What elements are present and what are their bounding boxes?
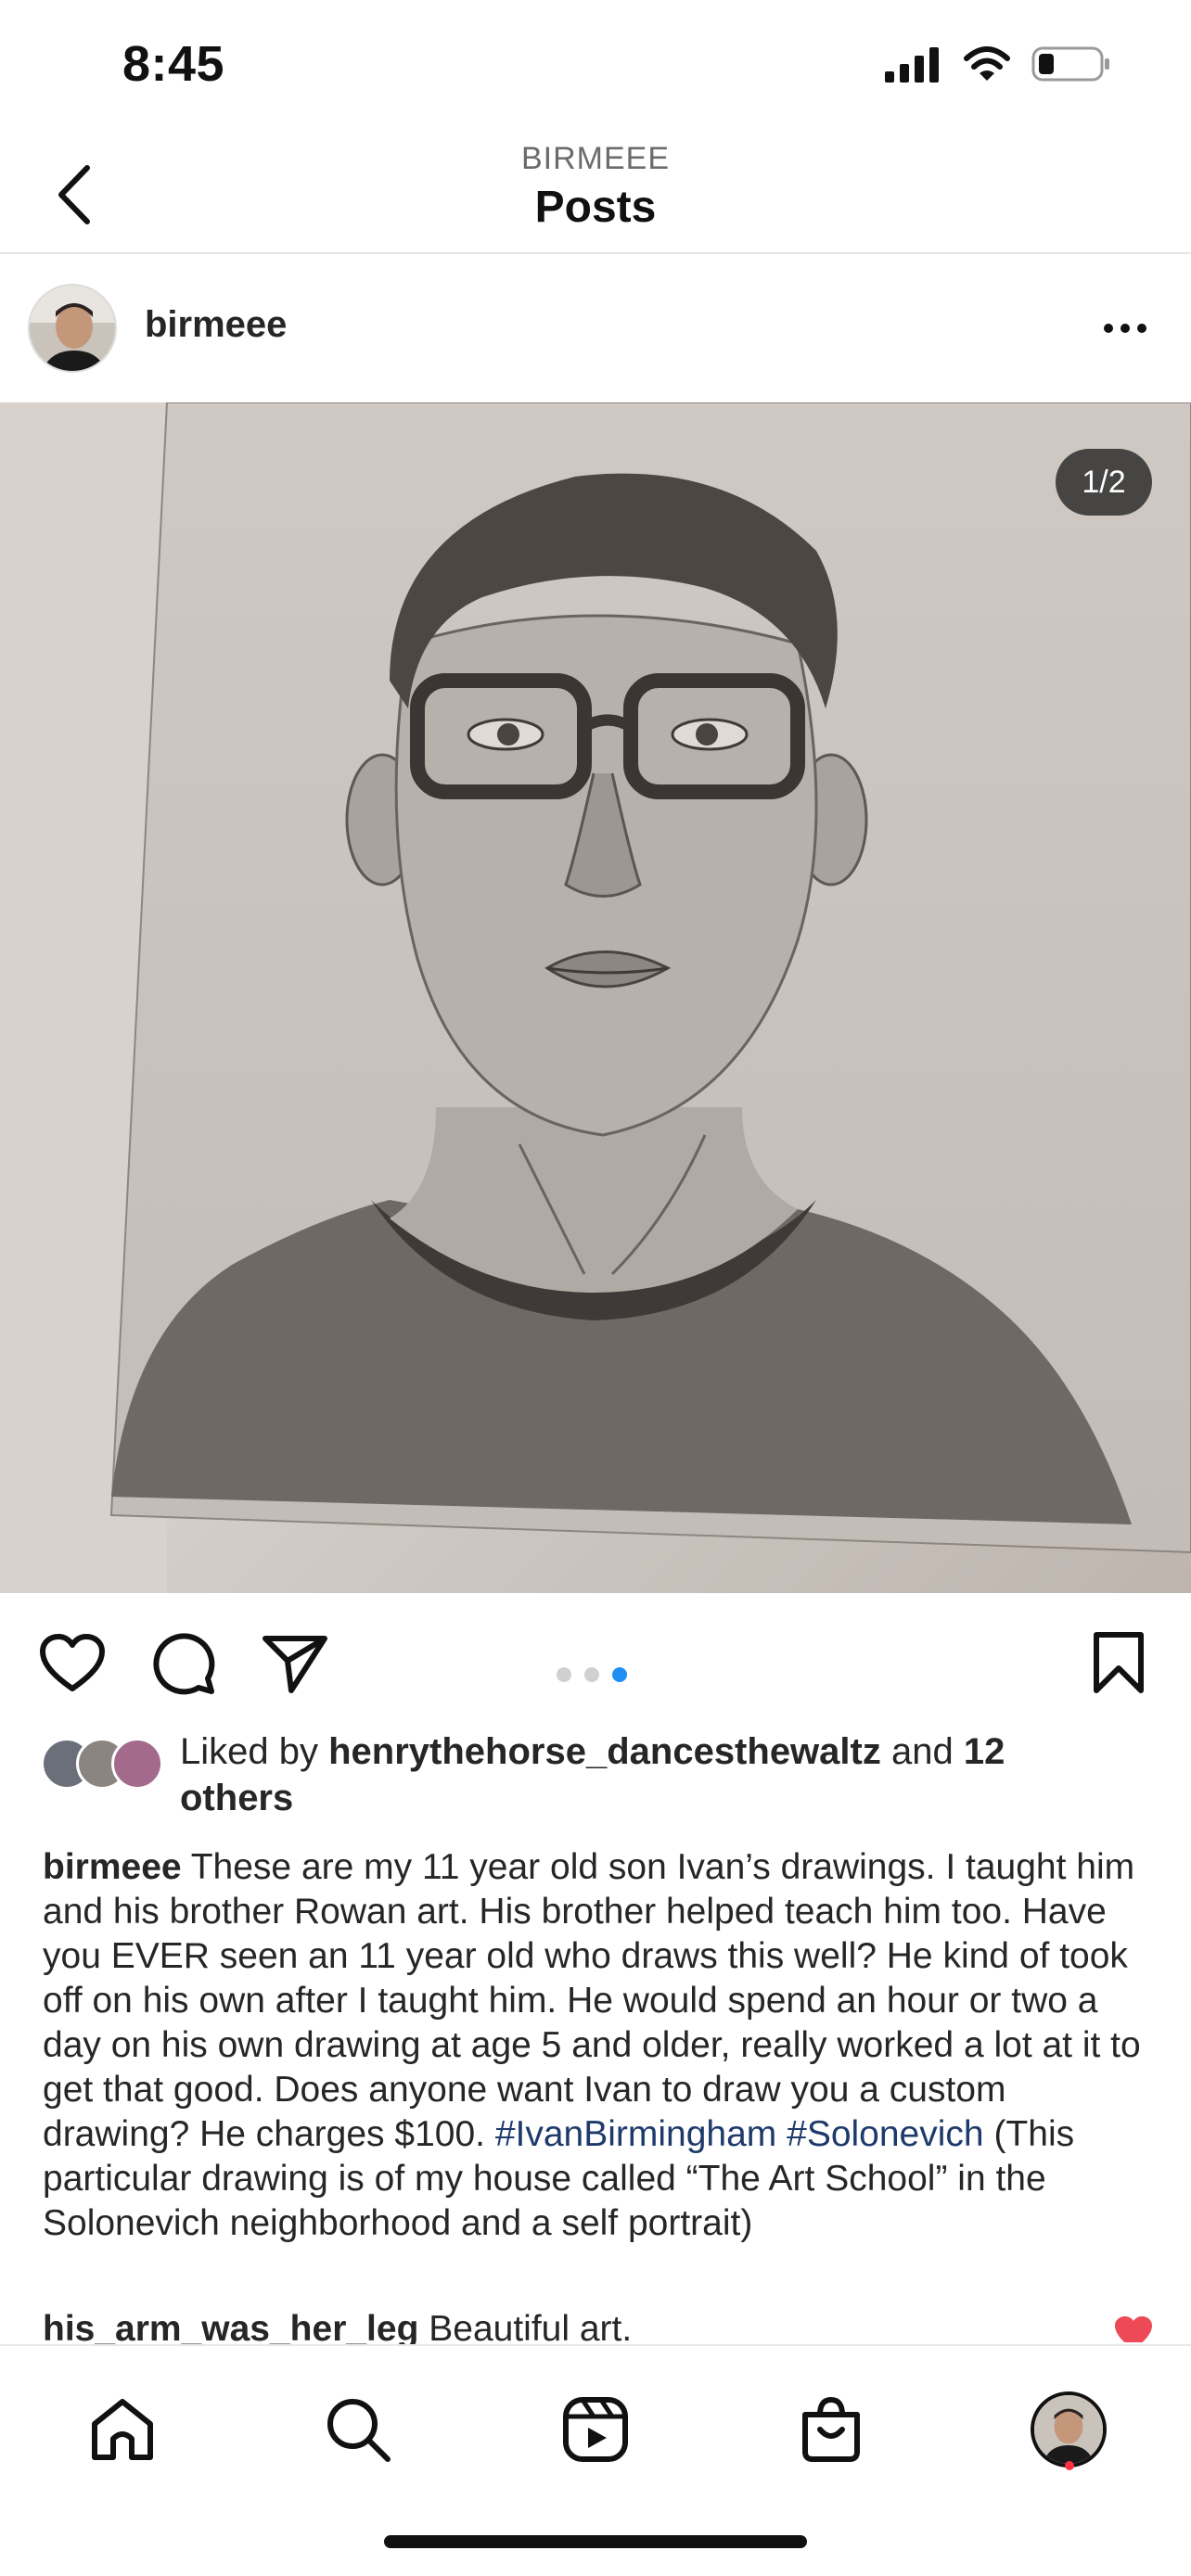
home-indicator[interactable]	[384, 2535, 807, 2548]
tab-search[interactable]	[312, 2383, 404, 2476]
hashtag-link[interactable]: #Solonevich	[787, 2114, 983, 2154]
bookmark-icon	[1094, 1632, 1144, 1693]
post-actions	[0, 1593, 1191, 1723]
page-indicator-badge: 1/2	[1056, 449, 1152, 516]
carousel-dot-active	[612, 1667, 627, 1682]
nav-header: BIRMEEE Posts	[0, 130, 1191, 254]
hashtag-link[interactable]: #IvanBirmingham	[495, 2114, 776, 2154]
tab-shop[interactable]	[785, 2383, 877, 2476]
comment-like-icon[interactable]	[1113, 2315, 1154, 2342]
search-icon	[327, 2399, 391, 2462]
heart-icon	[40, 1634, 105, 1691]
liker-username[interactable]: henrythehorse_dancesthewaltz	[328, 1731, 881, 1772]
comment-username[interactable]: his_arm_was_her_leg	[43, 2309, 418, 2344]
more-icon	[1104, 324, 1113, 333]
send-icon	[263, 1636, 327, 1693]
status-bar: 8:45	[0, 0, 1191, 130]
avatar[interactable]	[28, 284, 117, 373]
carousel-dot	[557, 1667, 571, 1682]
status-icons	[883, 45, 1111, 83]
post-image[interactable]: 1/2	[0, 402, 1191, 1593]
post-caption: birmeee These are my 11 year old son Iva…	[43, 1845, 1156, 2246]
caption-text: These are my 11 year old son Ivan’s draw…	[43, 1847, 1141, 2154]
tab-reels[interactable]	[549, 2383, 642, 2476]
comment-icon	[153, 1633, 215, 1695]
share-button[interactable]	[258, 1626, 332, 1701]
reels-icon	[563, 2397, 628, 2462]
avatar	[1031, 2391, 1107, 2468]
carousel-dots	[557, 1667, 627, 1682]
notification-dot	[1065, 2461, 1074, 2470]
likes-text: Liked by henrythehorse_dancesthewaltz an…	[180, 1731, 1005, 1818]
post-header: birmeee	[0, 256, 1191, 401]
liker-avatars	[41, 1738, 171, 1793]
pencil-portrait-drawing	[0, 402, 1191, 1593]
comment-preview[interactable]: his_arm_was_her_leg Beautiful art.	[43, 2307, 1063, 2344]
shopping-bag-icon	[802, 2396, 860, 2462]
carousel-dot	[584, 1667, 599, 1682]
liker-avatar	[111, 1738, 163, 1790]
tab-home[interactable]	[76, 2383, 169, 2476]
header-subtitle: BIRMEEE	[520, 141, 671, 176]
post-username[interactable]: birmeee	[145, 304, 287, 346]
comment-text: Beautiful art.	[418, 2309, 633, 2344]
more-options-button[interactable]	[1093, 300, 1158, 356]
status-time: 8:45	[122, 36, 225, 92]
battery-icon	[1031, 46, 1109, 82]
page-title: Posts	[534, 183, 657, 232]
comment-button[interactable]	[147, 1626, 221, 1701]
home-icon	[92, 2399, 153, 2460]
save-button[interactable]	[1082, 1626, 1156, 1701]
like-button[interactable]	[35, 1626, 109, 1701]
cellular-signal-icon	[885, 47, 939, 83]
wifi-icon	[964, 46, 1010, 81]
caption-username[interactable]: birmeee	[43, 1847, 182, 1887]
